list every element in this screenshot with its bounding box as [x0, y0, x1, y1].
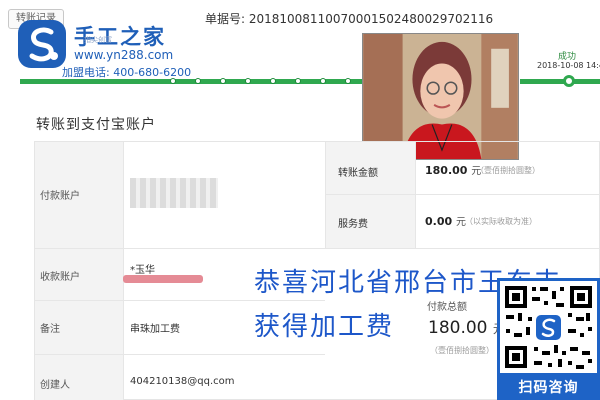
- qr-code[interactable]: [497, 278, 600, 376]
- progress-dot: [320, 78, 326, 84]
- page-title: 转账到支付宝账户: [36, 117, 156, 133]
- divider: [325, 194, 600, 195]
- congrats-line-2: 获得加工费: [254, 312, 395, 342]
- progress-track-end: [520, 79, 600, 84]
- pay-account-label: 付款账户: [40, 191, 80, 202]
- qr-code-icon: [500, 281, 597, 373]
- creator-value: 404210138@qq.com: [130, 376, 235, 387]
- progress-dot: [345, 78, 351, 84]
- divider: [325, 142, 326, 248]
- divider: [415, 142, 416, 248]
- fee-value: 0.00 元: [425, 213, 466, 228]
- total-value: 180.00 元: [428, 318, 505, 338]
- divider: [35, 248, 600, 249]
- brand-watermark: 手工之家 指尖创富 www.yn288.com 加盟电话: 400-680-62…: [10, 10, 205, 80]
- progress-dot: [295, 78, 301, 84]
- total-label: 付款总额: [427, 302, 467, 313]
- scan-consult-button[interactable]: 扫码咨询: [497, 376, 600, 400]
- amount-label: 转账金额: [338, 168, 378, 179]
- fee-label: 服务费: [338, 219, 368, 230]
- progress-dot: [270, 78, 276, 84]
- recv-account-redacted: [123, 275, 203, 283]
- fee-number: 0.00: [425, 215, 453, 228]
- pay-account-value-redacted: [130, 178, 218, 208]
- divider: [35, 354, 325, 355]
- divider: [123, 142, 124, 400]
- divider: [35, 300, 325, 301]
- success-node-icon: [563, 75, 575, 87]
- recv-account-name: *玉华: [130, 265, 155, 276]
- brand-logo-icon: [18, 20, 66, 68]
- brand-url: www.yn288.com: [74, 48, 174, 62]
- status-time: 2018-10-08 14:4: [537, 61, 600, 70]
- progress-dot: [245, 78, 251, 84]
- recv-account-label: 收款账户: [40, 272, 80, 283]
- amount-number: 180.00: [425, 164, 468, 177]
- memo-label: 备注: [40, 324, 60, 335]
- amount-chinese: （壹佰捌拾圆整）: [476, 166, 540, 175]
- memo-value: 串珠加工费: [130, 324, 180, 335]
- amount-value: 180.00 元: [425, 162, 481, 177]
- brand-tagline: 指尖创富: [84, 36, 112, 44]
- progress-dot: [220, 78, 226, 84]
- total-chinese: （壹佰捌拾圆整）: [430, 346, 494, 355]
- order-number: 单据号: 20181008110070001502480029702116: [205, 12, 494, 26]
- creator-label: 创建人: [40, 380, 70, 391]
- brand-phone: 加盟电话: 400-680-6200: [62, 66, 192, 79]
- fee-note: （以实际收取为准）: [465, 217, 537, 226]
- amount-label-cell: [325, 142, 415, 248]
- total-number: 180.00: [428, 318, 488, 338]
